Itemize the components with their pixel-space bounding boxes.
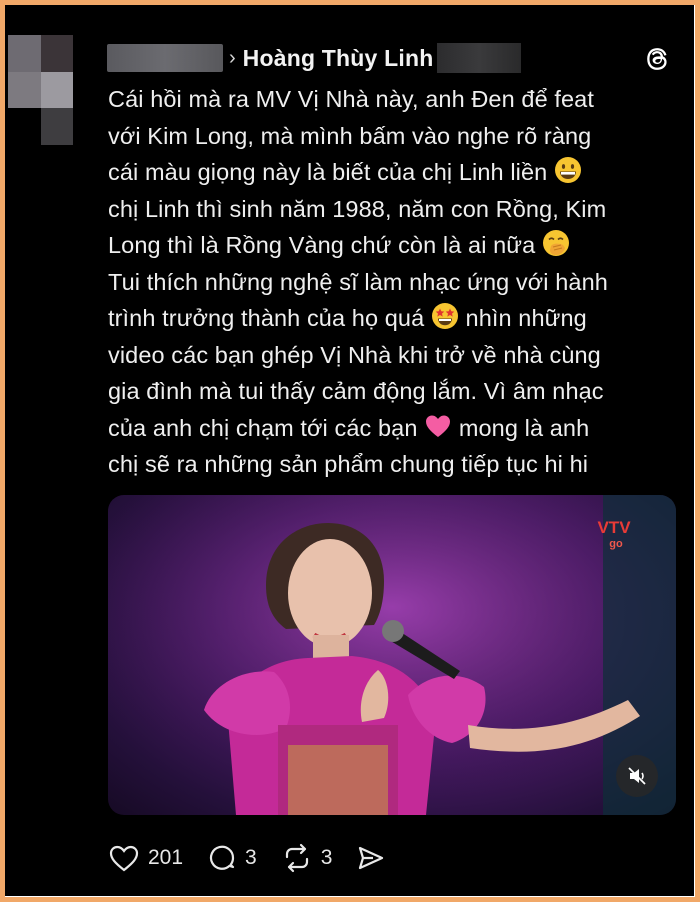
post-text-line: trình trưởng thành của họ quá nhìn những bbox=[108, 300, 678, 337]
vtv-go-logo: VTV go bbox=[597, 518, 631, 550]
pink-heart-icon bbox=[426, 415, 451, 437]
post-text-line: của anh chị chạm tới các bạn mong là anh bbox=[108, 410, 678, 447]
post-text-line: với Kim Long, mà mình bấm vào nghe rõ rà… bbox=[108, 122, 592, 149]
threads-icon bbox=[647, 48, 667, 70]
like-count: 201 bbox=[148, 846, 184, 869]
action-bar: 201 3 3 bbox=[108, 837, 410, 879]
share-button[interactable] bbox=[356, 843, 386, 873]
face-with-hand-over-mouth-icon bbox=[542, 230, 569, 256]
send-icon bbox=[359, 846, 384, 870]
grinning-face-icon bbox=[554, 157, 581, 183]
post-text-line: chị sẽ ra những sản phẩm chung tiếp tục … bbox=[108, 451, 589, 477]
threads-post-card: › Hoàng Thùy Linh Cái hồi mà ra MV Vị Nh… bbox=[5, 5, 694, 896]
muted-speaker-icon bbox=[628, 767, 646, 785]
post-text-line: Tui thích những nghệ sĩ làm nhạc ứng với… bbox=[108, 268, 608, 295]
video-player[interactable]: VTV go bbox=[108, 495, 676, 815]
post-text-line: cái màu giọng này là biết của chị Linh l… bbox=[108, 154, 678, 191]
repost-icon bbox=[285, 843, 308, 873]
breadcrumb-separator: › bbox=[229, 47, 236, 69]
heart-icon bbox=[109, 845, 139, 872]
post-text-line: video các bạn ghép Vị Nhà khi trở về nhà… bbox=[108, 341, 601, 368]
post-text-line: chị Linh thì sinh năm 1988, năm con Rồng… bbox=[108, 195, 607, 222]
post-header: › Hoàng Thùy Linh bbox=[107, 35, 674, 81]
like-button[interactable]: 201 bbox=[108, 843, 183, 873]
star-struck-icon bbox=[431, 303, 458, 329]
reply-count: 3 bbox=[245, 846, 257, 869]
comment-icon bbox=[209, 845, 235, 870]
vtv-watermark: VTV bbox=[597, 518, 631, 537]
reply-button[interactable]: 3 bbox=[207, 843, 257, 873]
mute-toggle-button[interactable] bbox=[616, 755, 658, 797]
go-watermark: go bbox=[609, 538, 623, 550]
post-text-line: Long thì là Rồng Vàng chứ còn là ai nữa bbox=[108, 227, 678, 264]
post-text-line: gia đình mà tui thấy cảm động lắm. Vì âm… bbox=[108, 378, 604, 404]
repost-count: 3 bbox=[320, 846, 333, 869]
redacted-username[interactable] bbox=[107, 44, 223, 72]
redacted-timestamp bbox=[437, 43, 522, 73]
post-text-line: Cái hồi mà ra MV Vị Nhà này, anh Đen để … bbox=[108, 86, 594, 112]
avatar[interactable] bbox=[8, 35, 106, 145]
repost-button[interactable]: 3 bbox=[281, 843, 333, 873]
post-body: Cái hồi mà ra MV Vị Nhà này, anh Đen để … bbox=[108, 81, 678, 483]
author-name[interactable]: Hoàng Thùy Linh bbox=[243, 45, 434, 72]
